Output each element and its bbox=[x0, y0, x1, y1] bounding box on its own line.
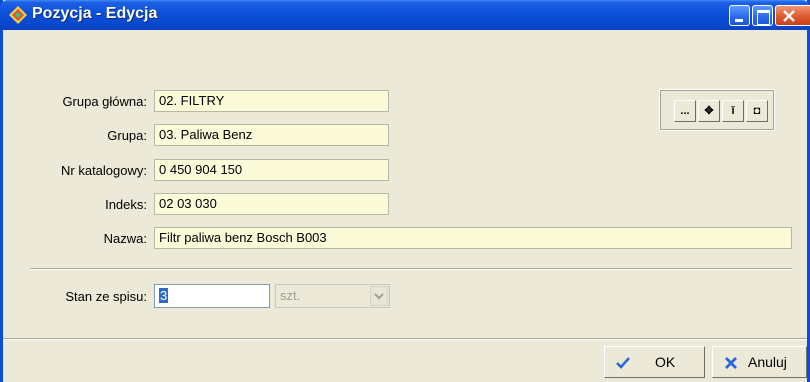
stock-label: Stan ze spisu: bbox=[65, 289, 147, 304]
title-bar[interactable]: Pozycja - Edycja bbox=[0, 0, 810, 30]
main-group-label: Grupa główna: bbox=[62, 94, 147, 109]
close-button[interactable] bbox=[775, 5, 810, 26]
ok-button[interactable]: OK bbox=[604, 346, 705, 378]
toolbox: ... ✥ ĭ ◘ bbox=[659, 89, 775, 131]
info-button[interactable]: ĭ bbox=[722, 100, 744, 122]
cancel-button[interactable]: Anuluj bbox=[712, 346, 807, 378]
ok-label: OK bbox=[655, 354, 676, 370]
close-icon bbox=[783, 10, 795, 22]
maximize-button[interactable] bbox=[752, 5, 773, 26]
app-icon bbox=[9, 6, 27, 24]
unit-select[interactable]: szt. bbox=[275, 284, 390, 308]
index-field[interactable]: 02 03 030 bbox=[154, 193, 389, 215]
info-icon: ĭ bbox=[731, 105, 735, 117]
catalog-number-field[interactable]: 0 450 904 150 bbox=[154, 159, 389, 181]
stock-quantity-value: 3 bbox=[159, 288, 169, 303]
group-label: Grupa: bbox=[107, 128, 147, 143]
move-button[interactable]: ✥ bbox=[698, 100, 720, 122]
checkmark-icon bbox=[616, 357, 630, 369]
ellipsis-button[interactable]: ... bbox=[674, 100, 696, 122]
bottom-divider bbox=[3, 338, 807, 340]
dialog-window: Pozycja - Edycja Grupa główna: 02. FILTR… bbox=[0, 0, 810, 382]
cancel-label: Anuluj bbox=[748, 354, 787, 370]
index-label: Indeks: bbox=[105, 197, 147, 212]
unit-select-value: szt. bbox=[280, 288, 301, 303]
record-icon: ◘ bbox=[753, 105, 761, 117]
ellipsis-icon: ... bbox=[680, 105, 690, 117]
catalog-number-label: Nr katalogowy: bbox=[61, 163, 147, 178]
form-divider bbox=[30, 268, 792, 270]
record-button[interactable]: ◘ bbox=[746, 100, 768, 122]
move-icon: ✥ bbox=[704, 105, 714, 117]
minimize-button[interactable] bbox=[729, 5, 750, 26]
name-label: Nazwa: bbox=[103, 231, 147, 246]
name-field[interactable]: Filtr paliwa benz Bosch B003 bbox=[154, 227, 792, 249]
window-title: Pozycja - Edycja bbox=[32, 5, 158, 22]
main-group-field[interactable]: 02. FILTRY bbox=[154, 90, 389, 112]
x-icon bbox=[725, 357, 737, 369]
chevron-down-icon[interactable] bbox=[370, 286, 388, 306]
group-field[interactable]: 03. Paliwa Benz bbox=[154, 124, 389, 146]
stock-quantity-input[interactable]: 3 bbox=[154, 284, 270, 308]
